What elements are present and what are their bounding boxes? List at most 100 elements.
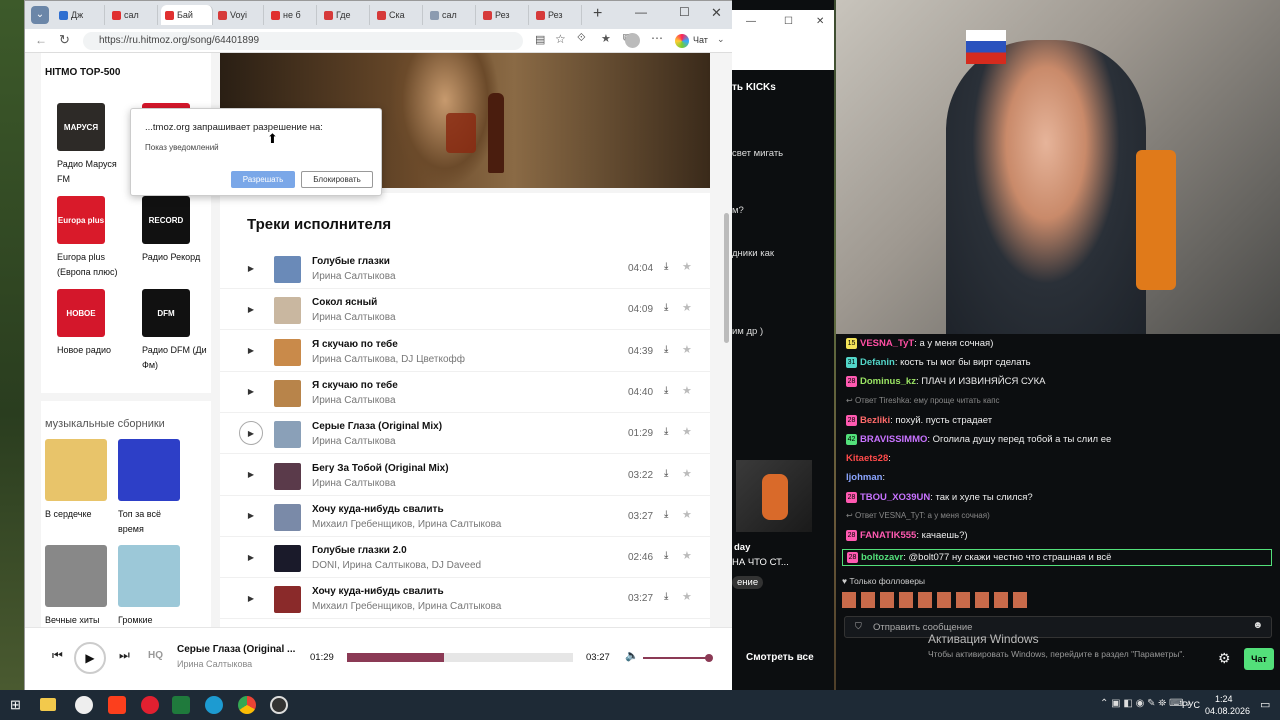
radio-card[interactable]: Europa plus Europa plus (Европа плюс) bbox=[57, 196, 127, 280]
browser-tab[interactable]: не б bbox=[267, 5, 317, 25]
play-icon[interactable]: ▶ bbox=[240, 340, 262, 362]
block-button[interactable]: Блокировать bbox=[301, 171, 373, 188]
track-row[interactable]: ▶ Хочу куда-нибудь свалить Михаил Гребенщи… bbox=[220, 578, 710, 620]
track-row[interactable]: ▶ Я скучаю по тебе Ирина Салтыкова 04:40 ⤓ ★ bbox=[220, 372, 710, 413]
play-icon[interactable]: ▶ bbox=[240, 257, 262, 279]
browser-tab[interactable]: сал bbox=[108, 5, 158, 25]
allow-button[interactable]: Разрешать bbox=[231, 171, 295, 188]
download-icon[interactable]: ⤓ bbox=[664, 591, 668, 602]
chat-label[interactable]: Чат bbox=[693, 35, 708, 45]
download-icon[interactable]: ⤓ bbox=[664, 344, 668, 355]
hitmo-top-title[interactable]: HITMO TOP-500 bbox=[45, 67, 120, 78]
chat-username[interactable]: VESNA_TyT bbox=[860, 338, 914, 349]
back-icon[interactable]: ← bbox=[35, 33, 47, 47]
browser-tab[interactable]: Где bbox=[320, 5, 370, 25]
track-row[interactable]: ▶ Голубые глазки 2.0 DONI, Ирина Салтыкова… bbox=[220, 537, 710, 579]
prev-track-icon[interactable]: ⏮ bbox=[52, 648, 63, 663]
download-icon[interactable]: ⤓ bbox=[664, 550, 668, 561]
star-icon[interactable]: ★ bbox=[682, 425, 692, 438]
app-icon[interactable] bbox=[172, 696, 190, 714]
play-icon[interactable]: ▶ bbox=[240, 464, 262, 486]
download-icon[interactable]: ⤓ bbox=[664, 468, 668, 479]
next-track-icon[interactable]: ⏭ bbox=[119, 648, 130, 663]
download-icon[interactable]: ⤓ bbox=[664, 385, 668, 396]
collection-card[interactable]: Топ за всё время bbox=[118, 439, 188, 537]
radio-card[interactable]: RECORD Радио Рекорд bbox=[142, 196, 212, 265]
chat-username[interactable]: Bezliki bbox=[860, 415, 890, 426]
radio-card[interactable]: НОВОЕ Новое радио bbox=[57, 289, 127, 358]
star-icon[interactable]: ★ bbox=[682, 467, 692, 480]
settings-icon[interactable]: ⚙ bbox=[1218, 650, 1231, 667]
quality-badge[interactable]: HQ bbox=[148, 650, 163, 661]
download-icon[interactable]: ⤓ bbox=[664, 426, 668, 437]
new-tab-button[interactable]: + bbox=[593, 5, 602, 23]
chat-username[interactable]: FANATIK555 bbox=[860, 530, 916, 541]
chat-username[interactable]: TBOU_XO39UN bbox=[860, 492, 930, 503]
download-icon[interactable]: ⤓ bbox=[664, 302, 668, 313]
stream-thumbnail[interactable] bbox=[736, 460, 812, 532]
yandex-browser-icon[interactable] bbox=[75, 696, 93, 714]
close-icon[interactable]: ✕ bbox=[816, 16, 824, 27]
language-indicator[interactable]: РУС bbox=[1182, 700, 1200, 710]
star-icon[interactable]: ★ bbox=[682, 301, 692, 314]
star-icon[interactable]: ★ bbox=[682, 590, 692, 603]
star-icon[interactable]: ★ bbox=[682, 260, 692, 273]
more-menu-icon[interactable]: ⋯ bbox=[651, 31, 663, 45]
chevron-down-icon[interactable]: ⌄ bbox=[717, 34, 725, 45]
browser-tab[interactable]: Рез bbox=[532, 5, 582, 25]
chat-username[interactable]: Kitaets28 bbox=[846, 453, 888, 464]
browser-tab[interactable]: Бай bbox=[161, 5, 213, 25]
clock-time[interactable]: 1:24 bbox=[1215, 694, 1233, 704]
refresh-icon[interactable]: ↻ bbox=[59, 32, 70, 48]
track-row[interactable]: ▶ Бегу За Тобой (Original Mix) Ирина Салты… bbox=[220, 455, 710, 496]
chat-username[interactable]: Dominus_kz bbox=[860, 376, 916, 387]
emoji-icon[interactable]: ☻ bbox=[1252, 620, 1263, 631]
favorites-icon[interactable]: ★ bbox=[601, 32, 611, 45]
favorite-icon[interactable]: ☆ bbox=[555, 32, 566, 46]
yandex-icon[interactable] bbox=[108, 696, 126, 714]
browser-tab[interactable]: Voyi bbox=[214, 5, 264, 25]
close-window-button[interactable]: ✕ bbox=[711, 5, 722, 21]
track-row[interactable]: ▶ Серые Глаза (Original Mix) Ирина Салтыко… bbox=[220, 413, 710, 455]
chat-input[interactable]: ⛉ Отправить сообщение ☻ bbox=[844, 616, 1272, 638]
opera-icon[interactable] bbox=[141, 696, 159, 714]
volume-icon[interactable]: 🔈 bbox=[625, 649, 639, 662]
chat-username[interactable]: BRAVISSIMMO bbox=[860, 434, 927, 445]
volume-slider[interactable] bbox=[643, 654, 713, 662]
copilot-icon[interactable] bbox=[675, 34, 689, 48]
radio-card[interactable]: DFM Радио DFM (Ди Фм) bbox=[142, 289, 212, 373]
track-row[interactable]: ▶ Я скучаю по тебе Ирина Салтыкова, DJ Цве… bbox=[220, 331, 710, 372]
extensions-icon[interactable]: ⟐ bbox=[577, 32, 586, 45]
play-icon[interactable]: ▶ bbox=[240, 381, 262, 403]
play-icon[interactable]: ▶ bbox=[240, 546, 262, 568]
collection-card[interactable]: Вечные хиты bbox=[45, 545, 115, 627]
see-all-button[interactable]: Смотреть все bbox=[746, 652, 814, 663]
star-icon[interactable]: ★ bbox=[682, 549, 692, 562]
track-row[interactable]: ▶ Сокол ясный Ирина Салтыкова 04:09 ⤓ ★ bbox=[220, 289, 710, 331]
obs-icon[interactable] bbox=[270, 696, 288, 714]
scrollbar-thumb[interactable] bbox=[724, 213, 729, 343]
profile-avatar[interactable] bbox=[625, 33, 640, 48]
chat-username[interactable]: ljohman bbox=[846, 472, 882, 483]
play-icon[interactable]: ▶ bbox=[240, 298, 262, 320]
track-row[interactable]: ▶ Хочу куда-нибудь свалить Михаил Гребенщи… bbox=[220, 496, 710, 537]
track-row[interactable]: ▶ Голубые глазки Ирина Салтыкова 04:04 ⤓ ★ bbox=[220, 248, 710, 289]
reader-icon[interactable]: ▤ bbox=[535, 33, 545, 46]
browser-tab[interactable]: Рез bbox=[479, 5, 529, 25]
minimize-button[interactable]: — bbox=[635, 5, 647, 19]
play-button[interactable]: ▶ bbox=[74, 642, 106, 674]
collection-card[interactable]: Громкие bbox=[118, 545, 188, 627]
chat-send-button[interactable]: Чат bbox=[1244, 648, 1274, 670]
tab-actions-button[interactable]: ⌄ bbox=[31, 6, 49, 24]
min-icon[interactable]: — bbox=[746, 16, 756, 27]
play-icon[interactable]: ▶ bbox=[239, 421, 263, 446]
tray-icons[interactable]: ⌃ ▣ ◧ ◉ ✎ ⛯ ⌨ ♪ bbox=[1100, 698, 1191, 709]
max-icon[interactable]: ☐ bbox=[784, 16, 793, 27]
play-icon[interactable]: ▶ bbox=[240, 587, 262, 609]
notification-icon[interactable]: ▭ bbox=[1260, 698, 1270, 711]
maximize-button[interactable]: ☐ bbox=[679, 5, 690, 19]
browser-tab[interactable]: сал bbox=[426, 5, 476, 25]
kicks-label[interactable]: ть KICKs bbox=[732, 82, 776, 93]
start-icon[interactable]: ⊞ bbox=[10, 697, 21, 713]
radio-card[interactable]: МАРУСЯ Радио Маруся FM bbox=[57, 103, 127, 187]
